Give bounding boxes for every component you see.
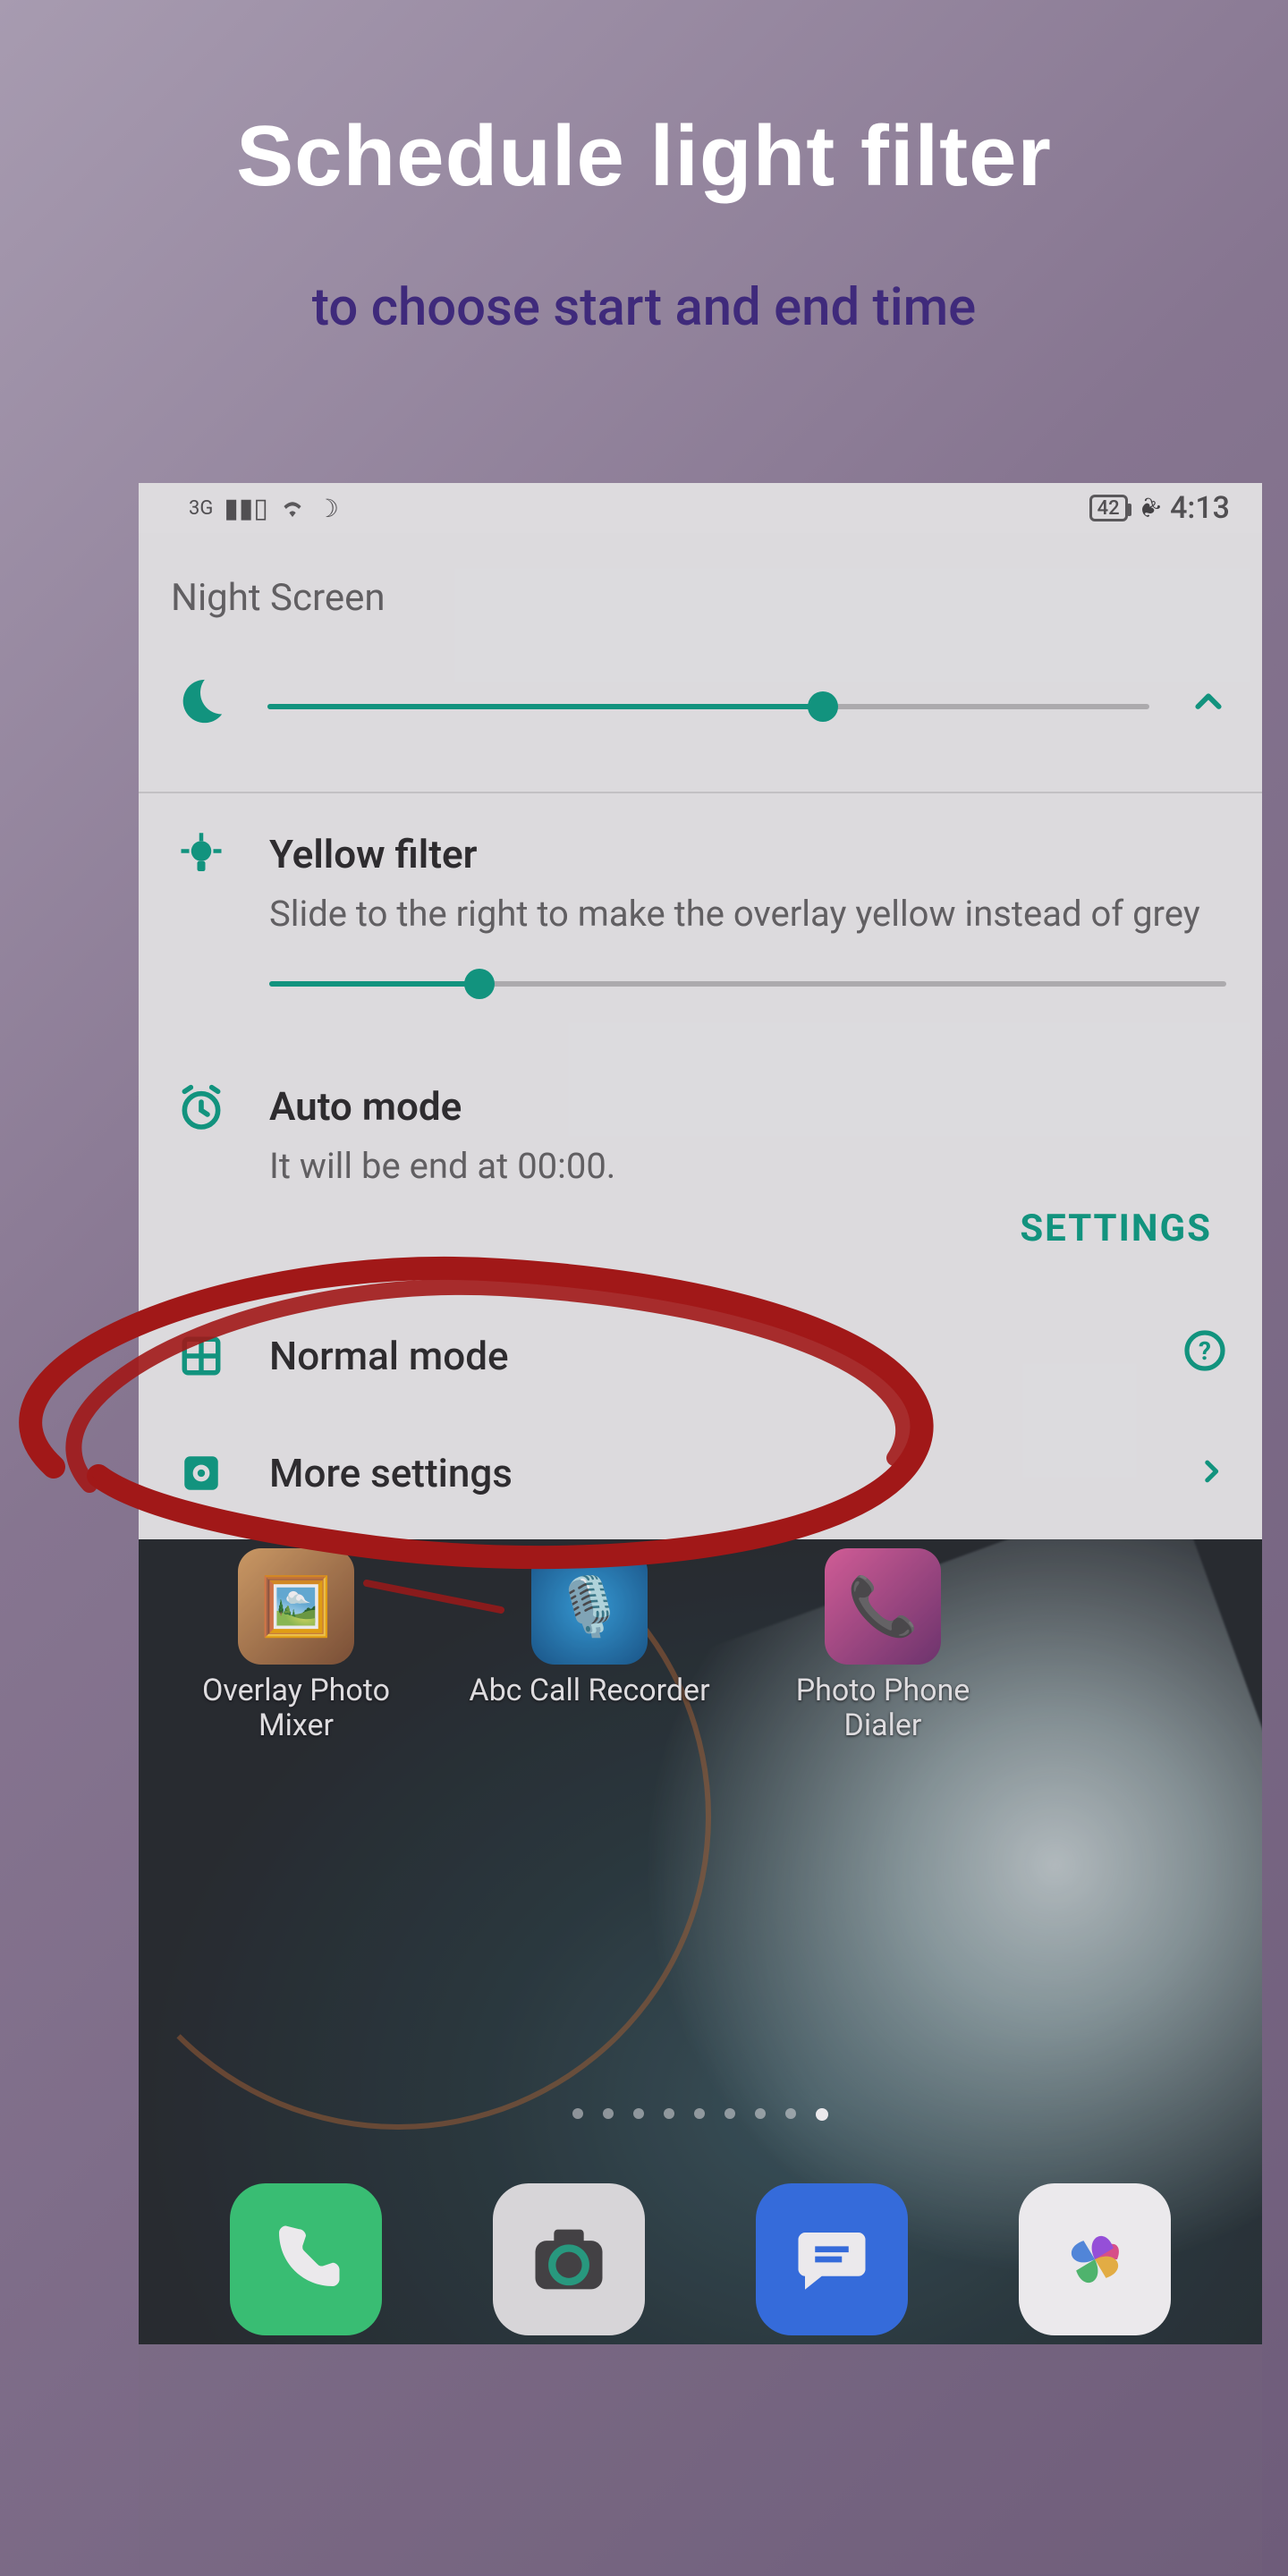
moon-status-icon: ☽ bbox=[317, 494, 339, 523]
promo-heading: Schedule light filter bbox=[0, 107, 1288, 206]
svg-text:?: ? bbox=[1199, 1336, 1211, 1366]
phone-app[interactable] bbox=[230, 2183, 382, 2335]
normal-mode-item[interactable]: Normal mode ? bbox=[139, 1295, 1262, 1416]
battery-icon: 42 bbox=[1089, 495, 1128, 521]
more-settings-title: More settings bbox=[269, 1450, 1155, 1496]
app-label: Overlay Photo Mixer bbox=[171, 1674, 421, 1743]
grid-icon bbox=[174, 1334, 228, 1378]
brightness-slider[interactable] bbox=[267, 704, 1149, 709]
app-title: Night Screen bbox=[139, 533, 1262, 657]
promo-subheading: to choose start and end time bbox=[0, 277, 1288, 338]
yellow-filter-desc: Slide to the right to make the overlay y… bbox=[269, 890, 1226, 938]
page-indicator[interactable] bbox=[139, 2108, 1262, 2121]
settings-button[interactable]: SETTINGS bbox=[139, 1207, 1262, 1295]
gear-icon bbox=[174, 1451, 228, 1496]
home-screen: 🖼️ Overlay Photo Mixer 🎙️ Abc Call Recor… bbox=[139, 1539, 1262, 2344]
yellow-filter-slider[interactable] bbox=[269, 981, 1226, 987]
normal-mode-title: Normal mode bbox=[269, 1333, 1142, 1379]
yellow-filter-item: Yellow filter Slide to the right to make… bbox=[139, 793, 1262, 954]
signal-icon: ▮▮▯ bbox=[224, 493, 268, 524]
app-icon-row: 🖼️ Overlay Photo Mixer 🎙️ Abc Call Recor… bbox=[139, 1548, 1262, 1743]
bulb-icon bbox=[174, 831, 228, 879]
alarm-clock-icon bbox=[174, 1083, 228, 1133]
app-shortcut[interactable]: 📞 Photo Phone Dialer bbox=[758, 1548, 1008, 1743]
app-shortcut[interactable]: 🖼️ Overlay Photo Mixer bbox=[171, 1548, 421, 1743]
auto-mode-title: Auto mode bbox=[269, 1083, 1226, 1130]
night-screen-panel: Night Screen Yellow filter Slide to the … bbox=[139, 533, 1262, 1539]
messages-app[interactable] bbox=[756, 2183, 908, 2335]
leaf-icon: ❦ bbox=[1131, 490, 1166, 526]
auto-mode-desc: It will be end at 00:00. bbox=[269, 1142, 1226, 1191]
more-settings-item[interactable]: More settings bbox=[139, 1416, 1262, 1539]
app-label: Photo Phone Dialer bbox=[758, 1674, 1008, 1743]
brightness-row bbox=[139, 657, 1262, 792]
help-icon[interactable]: ? bbox=[1183, 1329, 1226, 1382]
chevron-right-icon bbox=[1196, 1450, 1226, 1496]
network-type: 3G bbox=[189, 497, 213, 520]
moon-icon bbox=[174, 670, 226, 743]
dock bbox=[139, 2183, 1262, 2335]
phone-frame: 3G ▮▮▯ ☽ 42 ❦ 4:13 Night Screen bbox=[139, 483, 1262, 2574]
collapse-icon[interactable] bbox=[1191, 682, 1226, 731]
auto-mode-item[interactable]: Auto mode It will be end at 00:00. bbox=[139, 1030, 1262, 1207]
wifi-icon bbox=[279, 493, 306, 524]
gallery-app[interactable] bbox=[1019, 2183, 1171, 2335]
app-label: Abc Call Recorder bbox=[469, 1674, 709, 1708]
yellow-filter-title: Yellow filter bbox=[269, 831, 1226, 877]
status-bar: 3G ▮▮▯ ☽ 42 ❦ 4:13 bbox=[139, 483, 1262, 533]
camera-app[interactable] bbox=[493, 2183, 645, 2335]
app-shortcut[interactable]: 🎙️ Abc Call Recorder bbox=[464, 1548, 715, 1743]
clock-time: 4:13 bbox=[1170, 490, 1230, 526]
